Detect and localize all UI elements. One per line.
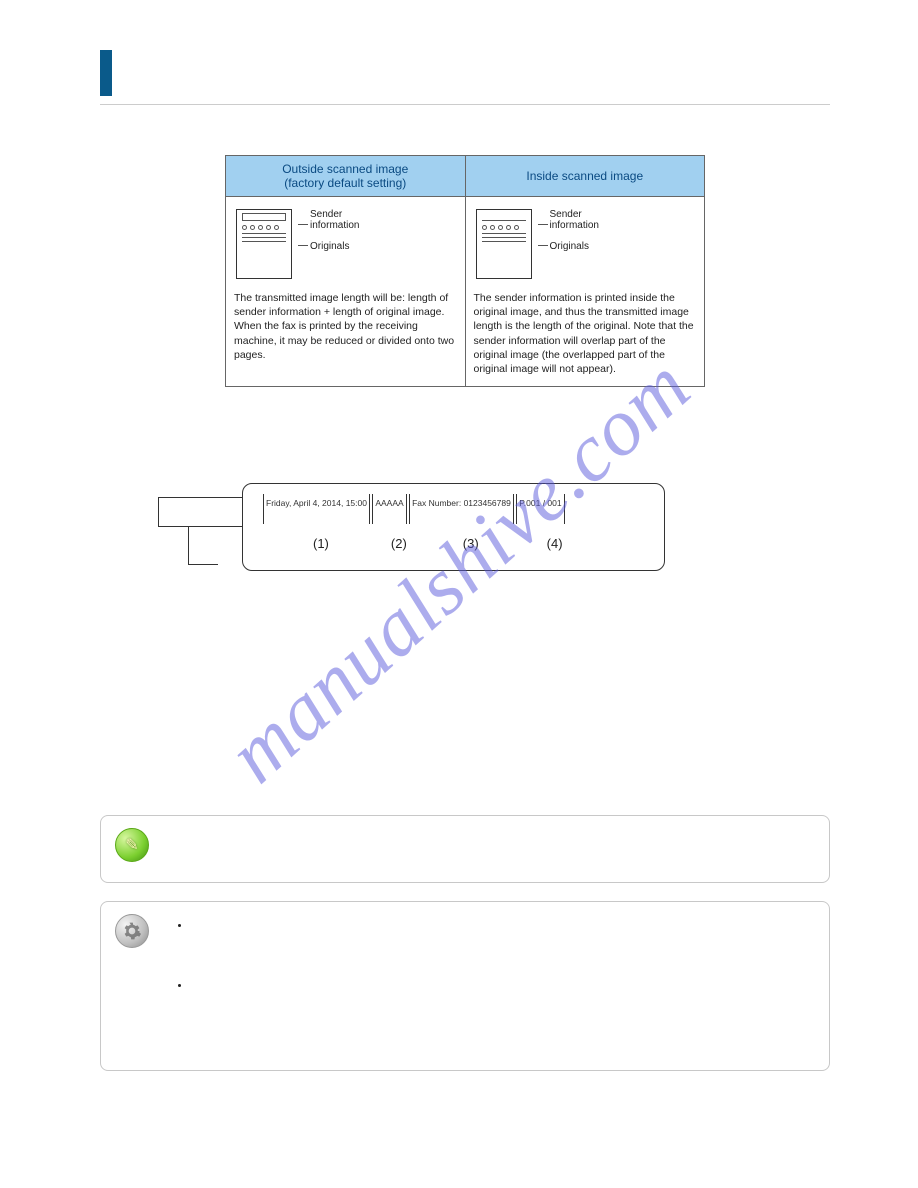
col1-header: Outside scanned image (factory default s… — [226, 156, 466, 197]
inside-image-illustration: Sender information Originals — [476, 209, 697, 279]
legend-3: (3) — [463, 536, 479, 551]
col1-cell: Sender information Originals The transmi… — [226, 197, 466, 387]
settings-note-box — [100, 901, 830, 1071]
col2-description: The sender information is printed inside… — [474, 291, 697, 376]
label-sender-info: Sender information — [310, 209, 380, 231]
gear-icon-svg — [122, 921, 142, 941]
header-rule — [100, 104, 830, 105]
scanned-image-comparison-table: Outside scanned image (factory default s… — [225, 155, 705, 387]
col2-header: Inside scanned image — [465, 156, 705, 197]
fax-name-segment: AAAAA — [372, 498, 406, 508]
outside-image-illustration: Sender information Originals — [236, 209, 457, 279]
col1-description: The transmitted image length will be: le… — [234, 291, 457, 362]
mini-page-icon — [236, 209, 292, 279]
fax-date-segment: Friday, April 4, 2014, 15:00 — [263, 498, 370, 508]
legend-2: (2) — [391, 536, 407, 551]
legend-4: (4) — [547, 536, 563, 551]
legend-1: (1) — [313, 536, 329, 551]
gear-icon — [115, 914, 149, 948]
tip-note-box: ✎ — [100, 815, 830, 883]
fax-header-strip-illustration: Friday, April 4, 2014, 15:00 AAAAA Fax N… — [158, 477, 688, 587]
fax-page-segment: P.001 / 001 — [516, 498, 564, 508]
col2-cell: Sender information Originals The sender … — [465, 197, 705, 387]
label-sender-info: Sender information — [550, 209, 620, 231]
mini-page-icon — [476, 209, 532, 279]
header-accent-bar — [100, 50, 112, 96]
label-originals: Originals — [310, 241, 349, 252]
label-originals: Originals — [550, 241, 589, 252]
tip-icon: ✎ — [115, 828, 149, 862]
fax-number-segment: Fax Number: 0123456789 — [409, 498, 514, 508]
